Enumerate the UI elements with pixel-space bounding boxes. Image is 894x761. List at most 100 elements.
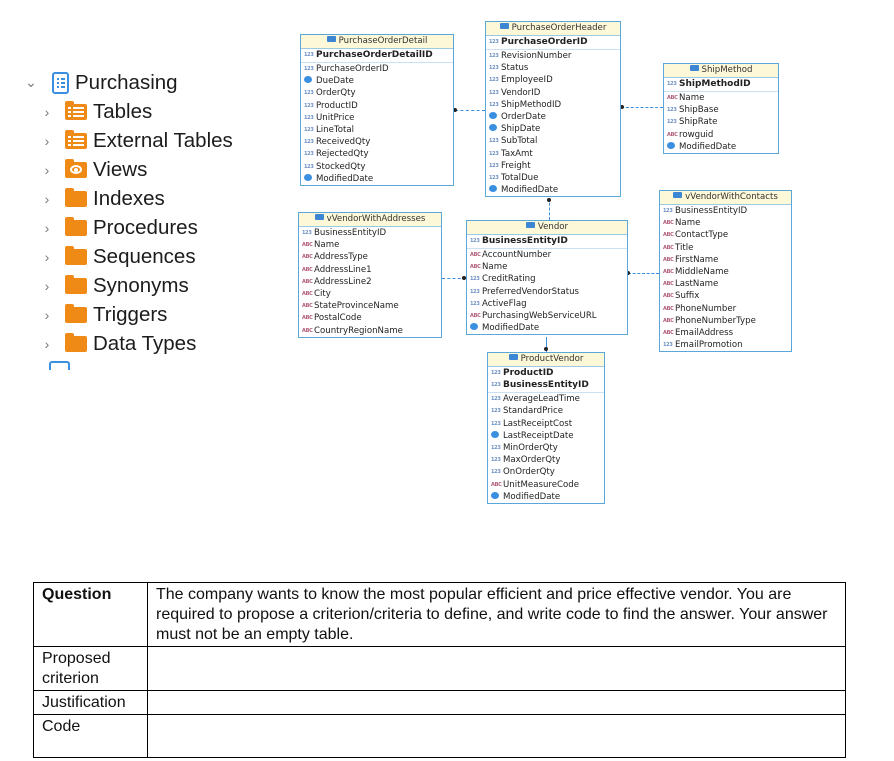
- column-row[interactable]: ABC rowguid: [664, 129, 778, 141]
- column-row[interactable]: ABC MiddleName: [660, 266, 791, 278]
- chevron-right-icon[interactable]: ›: [40, 249, 54, 265]
- entity-header[interactable]: ProductVendor: [488, 353, 604, 367]
- column-row[interactable]: ABC UnitMeasureCode: [488, 479, 604, 491]
- column-row[interactable]: ABC LastName: [660, 278, 791, 290]
- primary-key-column[interactable]: 123 PurchaseOrderID: [486, 36, 620, 50]
- chevron-right-icon[interactable]: ›: [40, 336, 54, 352]
- column-row[interactable]: 123 OrderQty: [301, 87, 453, 99]
- column-row[interactable]: 123 ShipBase: [664, 104, 778, 116]
- column-row[interactable]: 123 TaxAmt: [486, 148, 620, 160]
- column-row[interactable]: ModifiedDate: [486, 184, 620, 196]
- column-row[interactable]: 123 ActiveFlag: [467, 298, 627, 310]
- column-row[interactable]: ABC ContactType: [660, 229, 791, 241]
- entity-vendor[interactable]: Vendor 123 BusinessEntityID ABC AccountNumbe…: [466, 220, 628, 336]
- primary-key-column[interactable]: 123 PurchaseOrderDetailID: [301, 49, 453, 63]
- entity-header[interactable]: vVendorWithAddresses: [299, 213, 441, 227]
- column-row[interactable]: ABC CountryRegionName: [299, 325, 441, 337]
- entity-header[interactable]: PurchaseOrderHeader: [486, 22, 620, 36]
- column-row[interactable]: 123 VendorID: [486, 87, 620, 99]
- column-row[interactable]: ABC Suffix: [660, 290, 791, 302]
- column-row[interactable]: 123 ReceivedQty: [301, 136, 453, 148]
- entity-header[interactable]: PurchaseOrderDetail: [301, 35, 453, 49]
- column-row[interactable]: ABC PhoneNumber: [660, 303, 791, 315]
- column-row[interactable]: 123 Status: [486, 62, 620, 74]
- column-row[interactable]: 123 ShipMethodID: [486, 99, 620, 111]
- column-row[interactable]: 123 SubTotal: [486, 135, 620, 147]
- tree-node-views[interactable]: › Views: [40, 155, 148, 184]
- primary-key-column[interactable]: 123 BusinessEntityID: [488, 379, 604, 394]
- column-row[interactable]: ModifiedDate: [301, 173, 453, 185]
- column-row[interactable]: ShipDate: [486, 123, 620, 135]
- column-row[interactable]: ABC Name: [660, 217, 791, 229]
- column-row[interactable]: ABC City: [299, 288, 441, 300]
- entity-v-vendor-with-contacts[interactable]: vVendorWithContacts 123 BusinessEntityID AB…: [659, 190, 792, 353]
- column-row[interactable]: OrderDate: [486, 111, 620, 123]
- primary-key-column[interactable]: 123 BusinessEntityID: [467, 235, 627, 249]
- column-row[interactable]: 123 BusinessEntityID: [660, 205, 791, 217]
- entity-purchase-order-header[interactable]: PurchaseOrderHeader 123 PurchaseOrderID 123…: [485, 21, 621, 198]
- column-row[interactable]: DueDate: [301, 75, 453, 87]
- chevron-right-icon[interactable]: ›: [40, 307, 54, 323]
- entity-ship-method[interactable]: ShipMethod 123 ShipMethodID ABC Name 123 ShipB…: [663, 63, 779, 154]
- column-row[interactable]: 123 LastReceiptCost: [488, 418, 604, 430]
- entity-header[interactable]: vVendorWithContacts: [660, 191, 791, 205]
- column-row[interactable]: 123 StandardPrice: [488, 405, 604, 417]
- entity-purchase-order-detail[interactable]: PurchaseOrderDetail 123 PurchaseOrderDetai…: [300, 34, 454, 186]
- chevron-right-icon[interactable]: ›: [40, 220, 54, 236]
- chevron-right-icon[interactable]: ›: [40, 104, 54, 120]
- chevron-right-icon[interactable]: ›: [40, 278, 54, 294]
- column-row[interactable]: 123 EmailPromotion: [660, 339, 791, 351]
- entity-header[interactable]: ShipMethod: [664, 64, 778, 78]
- column-row[interactable]: 123 RevisionNumber: [486, 50, 620, 62]
- column-row[interactable]: ABC PurchasingWebServiceURL: [467, 310, 627, 322]
- column-row[interactable]: ModifiedDate: [488, 491, 604, 503]
- column-row[interactable]: 123 CreditRating: [467, 273, 627, 285]
- chevron-right-icon[interactable]: ›: [40, 191, 54, 207]
- column-row[interactable]: ABC AddressType: [299, 251, 441, 263]
- column-row[interactable]: ABC FirstName: [660, 254, 791, 266]
- tree-node-indexes[interactable]: › Indexes: [40, 184, 165, 213]
- column-row[interactable]: ABC AddressLine1: [299, 264, 441, 276]
- entity-v-vendor-with-addresses[interactable]: vVendorWithAddresses 123 BusinessEntityID A…: [298, 212, 442, 338]
- column-row[interactable]: 123 TotalDue: [486, 172, 620, 184]
- tree-node-synonyms[interactable]: › Synonyms: [40, 271, 189, 300]
- entity-header[interactable]: Vendor: [467, 221, 627, 235]
- column-row[interactable]: 123 MinOrderQty: [488, 442, 604, 454]
- column-row[interactable]: ABC Title: [660, 242, 791, 254]
- primary-key-column[interactable]: 123 ShipMethodID: [664, 78, 778, 92]
- chevron-right-icon[interactable]: ›: [40, 133, 54, 149]
- column-row[interactable]: ABC Name: [467, 261, 627, 273]
- column-row[interactable]: ABC AddressLine2: [299, 276, 441, 288]
- column-row[interactable]: 123 BusinessEntityID: [299, 227, 441, 239]
- column-row[interactable]: 123 EmployeeID: [486, 74, 620, 86]
- column-row[interactable]: 123 MaxOrderQty: [488, 454, 604, 466]
- column-row[interactable]: ModifiedDate: [467, 322, 627, 334]
- tree-node-sequences[interactable]: › Sequences: [40, 242, 196, 271]
- primary-key-column[interactable]: 123 ProductID: [488, 367, 604, 379]
- column-row[interactable]: ABC EmailAddress: [660, 327, 791, 339]
- justification-cell[interactable]: [147, 690, 846, 715]
- column-row[interactable]: ABC PhoneNumberType: [660, 315, 791, 327]
- column-row[interactable]: 123 LineTotal: [301, 124, 453, 136]
- tree-node-data-types[interactable]: › Data Types: [40, 329, 197, 358]
- column-row[interactable]: 123 StockedQty: [301, 161, 453, 173]
- column-row[interactable]: LastReceiptDate: [488, 430, 604, 442]
- column-row[interactable]: 123 PreferredVendorStatus: [467, 286, 627, 298]
- column-row[interactable]: ABC Name: [664, 92, 778, 104]
- tree-node-external-tables[interactable]: › External Tables: [40, 126, 233, 155]
- chevron-down-icon[interactable]: ⌄: [24, 74, 38, 90]
- chevron-right-icon[interactable]: ›: [40, 162, 54, 178]
- tree-node-procedures[interactable]: › Procedures: [40, 213, 198, 242]
- column-row[interactable]: 123 UnitPrice: [301, 112, 453, 124]
- column-row[interactable]: 123 PurchaseOrderID: [301, 63, 453, 75]
- tree-node-triggers[interactable]: › Triggers: [40, 300, 168, 329]
- column-row[interactable]: 123 RejectedQty: [301, 148, 453, 160]
- entity-product-vendor[interactable]: ProductVendor 123 ProductID 123 BusinessEnti…: [487, 352, 605, 504]
- code-cell[interactable]: [147, 714, 846, 758]
- column-row[interactable]: 123 ShipRate: [664, 116, 778, 128]
- column-row[interactable]: 123 ProductID: [301, 100, 453, 112]
- tree-node-tables[interactable]: › Tables: [40, 97, 153, 126]
- column-row[interactable]: ABC Name: [299, 239, 441, 251]
- tree-node-purchasing[interactable]: ⌄ Purchasing: [24, 68, 178, 97]
- column-row[interactable]: ABC StateProvinceName: [299, 300, 441, 312]
